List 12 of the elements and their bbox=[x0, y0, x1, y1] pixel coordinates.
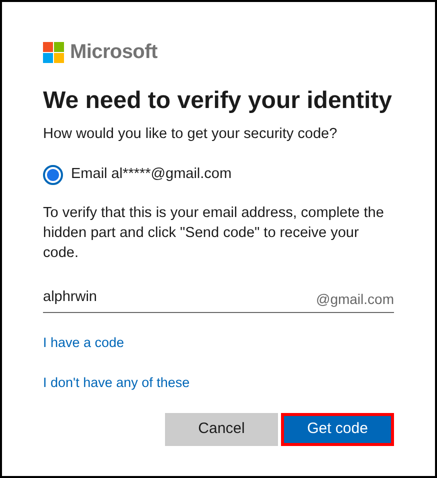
page-title: We need to verify your identity bbox=[43, 86, 393, 116]
text-link[interactable]: I don't have any of these bbox=[43, 372, 190, 393]
logo-icon bbox=[43, 42, 64, 62]
text-link[interactable]: I have a code bbox=[43, 332, 124, 353]
email-suffix: @gmail.com bbox=[316, 290, 394, 309]
radio-button[interactable] bbox=[43, 164, 63, 185]
brand-name: Microsoft bbox=[70, 40, 158, 65]
cancel-button[interactable]: Cancel bbox=[165, 412, 278, 446]
instructions-text: To verify that this is your email address, complete the hidden part and click "Send code" to receive your code. bbox=[43, 204, 385, 262]
get-code-button[interactable]: Get code bbox=[281, 412, 394, 446]
option-label: Email al*****@gmail.com bbox=[71, 164, 232, 184]
prompt-text: How would you like to get your security code? bbox=[43, 125, 338, 144]
